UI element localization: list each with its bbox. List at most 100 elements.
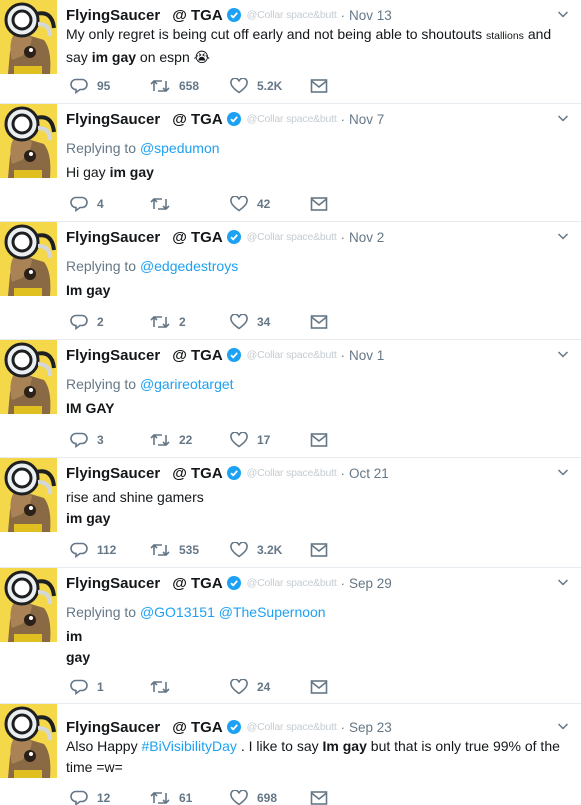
tweet-date[interactable]: Sep 29 [349, 576, 392, 591]
retweet-button[interactable]: 61 [150, 790, 192, 805]
chevron-down-icon[interactable] [557, 230, 569, 242]
tweet-date[interactable]: Nov 2 [349, 230, 384, 245]
tweet-text-part: Also Happy [66, 738, 142, 754]
replying-to-link[interactable]: @spedumon [140, 140, 220, 156]
direct-message-button[interactable] [310, 432, 328, 448]
display-name[interactable]: FlyingSaucer [66, 465, 160, 482]
like-button[interactable]: 17 [230, 432, 270, 448]
avatar[interactable] [0, 104, 57, 178]
tweet[interactable]: FlyingSaucer @ TGA @Collar space&butt · … [0, 0, 581, 104]
chevron-down-icon[interactable] [557, 466, 569, 478]
tweet-date[interactable]: Nov 7 [349, 112, 384, 127]
reply-icon [70, 790, 88, 805]
direct-message-button[interactable] [310, 314, 328, 330]
retweet-icon [150, 791, 170, 805]
retweet-button[interactable]: 22 [150, 432, 192, 448]
like-button[interactable]: 3.2K [230, 542, 282, 558]
chevron-down-icon[interactable] [557, 348, 569, 360]
chevron-down-icon[interactable] [557, 112, 569, 124]
reply-button[interactable]: 1 [70, 679, 104, 695]
replying-to-link[interactable]: @edgedestroys [140, 258, 238, 274]
chevron-down-icon[interactable] [557, 576, 569, 588]
display-name-tag[interactable]: @ TGA [172, 347, 222, 364]
tweet-actions: 4 42 [70, 196, 340, 214]
replying-to-link-2[interactable]: @TheSupernoon [219, 604, 326, 620]
user-handle[interactable]: @Collar space&butt [247, 349, 337, 361]
reply-button[interactable]: 4 [70, 196, 104, 212]
avatar[interactable] [0, 458, 57, 532]
direct-message-button[interactable] [310, 78, 328, 94]
retweet-button[interactable]: 535 [150, 542, 199, 558]
reply-button[interactable]: 95 [70, 78, 110, 94]
retweet-count: 2 [179, 315, 186, 329]
avatar[interactable] [0, 340, 57, 414]
retweet-button[interactable] [150, 196, 179, 212]
tweet-header: FlyingSaucer @ TGA @Collar space&butt · … [66, 573, 392, 593]
retweet-button[interactable]: 2 [150, 314, 186, 330]
like-button[interactable]: 698 [230, 790, 277, 805]
user-handle[interactable]: @Collar space&butt [247, 231, 337, 243]
reply-icon [70, 314, 88, 330]
direct-message-button[interactable] [310, 542, 328, 558]
reply-button[interactable]: 12 [70, 790, 110, 805]
heart-icon [230, 314, 248, 330]
avatar[interactable] [0, 222, 57, 296]
tweet-date[interactable]: Nov 13 [349, 8, 392, 23]
tweet-text-bold: IM GAY [66, 400, 115, 416]
direct-message-button[interactable] [310, 679, 328, 695]
replying-to-line: Replying to @garireotarget [66, 374, 569, 395]
like-button[interactable]: 34 [230, 314, 270, 330]
retweet-button[interactable]: 658 [150, 78, 199, 94]
avatar[interactable] [0, 704, 57, 778]
reply-button[interactable]: 3 [70, 432, 104, 448]
user-handle[interactable]: @Collar space&butt [247, 721, 337, 733]
user-handle[interactable]: @Collar space&butt [247, 467, 337, 479]
replying-to-link[interactable]: @GO13151 [140, 604, 215, 620]
like-button[interactable]: 24 [230, 679, 270, 695]
avatar[interactable] [0, 568, 57, 642]
retweet-icon [150, 543, 170, 557]
display-name-tag[interactable]: @ TGA [172, 111, 222, 128]
display-name-tag[interactable]: @ TGA [172, 719, 222, 736]
tweet[interactable]: FlyingSaucer @ TGA @Collar space&butt · … [0, 104, 581, 222]
retweet-button[interactable] [150, 679, 179, 695]
reply-button[interactable]: 2 [70, 314, 104, 330]
tweet[interactable]: FlyingSaucer @ TGA @Collar space&butt · … [0, 704, 581, 805]
tweet-date[interactable]: Nov 1 [349, 348, 384, 363]
display-name[interactable]: FlyingSaucer [66, 229, 160, 246]
user-handle[interactable]: @Collar space&butt [247, 113, 337, 125]
display-name[interactable]: FlyingSaucer [66, 719, 160, 736]
tweet[interactable]: FlyingSaucer @ TGA @Collar space&butt · … [0, 568, 581, 704]
replying-to-link[interactable]: @garireotarget [140, 376, 234, 392]
display-name-tag[interactable]: @ TGA [172, 229, 222, 246]
tweet-text-bold: im gay [91, 49, 137, 65]
like-button[interactable]: 42 [230, 196, 270, 212]
display-name[interactable]: FlyingSaucer [66, 575, 160, 592]
user-handle[interactable]: @Collar space&butt [247, 577, 337, 589]
display-name-tag[interactable]: @ TGA [172, 575, 222, 592]
reply-button[interactable]: 112 [70, 542, 116, 558]
chevron-down-icon[interactable] [557, 720, 569, 732]
like-button[interactable]: 5.2K [230, 78, 282, 94]
display-name-tag[interactable]: @ TGA [172, 465, 222, 482]
user-handle[interactable]: @Collar space&butt [247, 9, 337, 21]
direct-message-button[interactable] [310, 196, 328, 212]
tweet-date[interactable]: Sep 23 [349, 720, 392, 735]
chevron-down-icon[interactable] [557, 8, 569, 20]
tweet-header: FlyingSaucer @ TGA @Collar space&butt · … [66, 717, 392, 737]
heart-icon [230, 196, 248, 212]
display-name[interactable]: FlyingSaucer [66, 7, 160, 24]
direct-message-button[interactable] [310, 790, 328, 805]
avatar[interactable] [0, 0, 57, 74]
display-name[interactable]: FlyingSaucer [66, 111, 160, 128]
display-name-tag[interactable]: @ TGA [172, 7, 222, 24]
tweet[interactable]: FlyingSaucer @ TGA @Collar space&butt · … [0, 340, 581, 458]
tweet-date[interactable]: Oct 21 [349, 466, 389, 481]
separator-dot: · [340, 229, 345, 245]
tweet-header: FlyingSaucer @ TGA @Collar space&butt · … [66, 5, 392, 25]
tweet[interactable]: FlyingSaucer @ TGA @Collar space&butt · … [0, 458, 581, 568]
tweet[interactable]: FlyingSaucer @ TGA @Collar space&butt · … [0, 222, 581, 340]
like-count: 698 [257, 791, 278, 805]
hashtag-link[interactable]: #BiVisibilityDay [141, 738, 236, 754]
display-name[interactable]: FlyingSaucer [66, 347, 160, 364]
